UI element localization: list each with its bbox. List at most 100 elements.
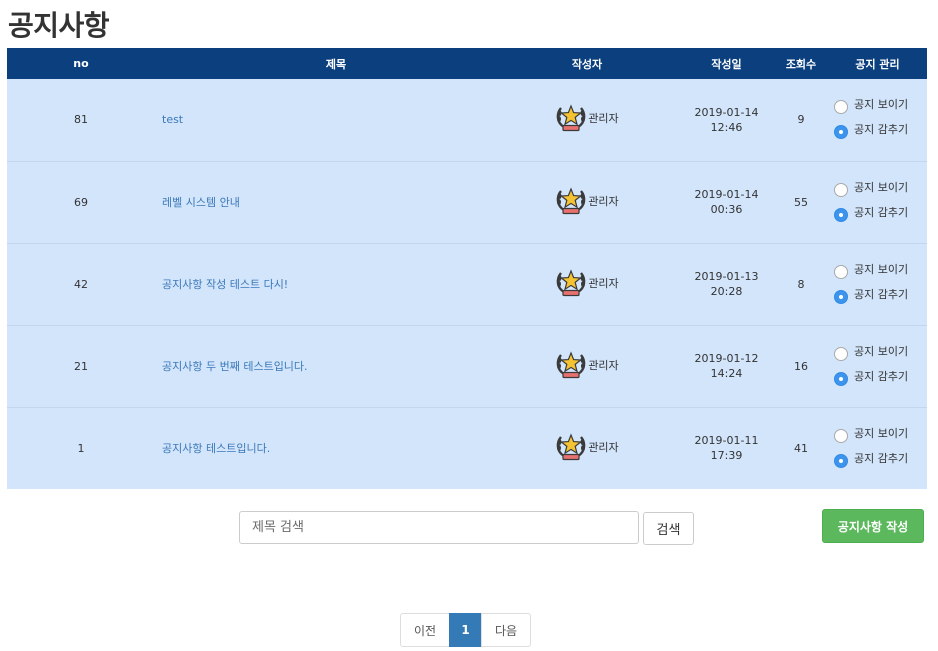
row-views: 9 [797,113,805,127]
notice-hide-option[interactable]: 공지 감추기 [834,202,927,227]
pagination: 이전 1 다음 [400,613,531,647]
row-time: 14:24 [710,367,743,380]
notice-show-label: 공지 보이기 [854,344,909,358]
row-author-cell: 관리자 [517,243,657,325]
page-title: 공지사항 [8,9,110,42]
notice-show-option[interactable]: 공지 보이기 [834,423,927,448]
column-header-author: 작성자 [571,57,603,71]
author: 관리자 [555,104,619,132]
row-date: 2019-01-12 [694,352,759,365]
notice-show-radio[interactable] [834,182,848,197]
notice-show-option[interactable]: 공지 보이기 [834,177,927,202]
row-views: 16 [794,359,808,373]
notice-hide-radio[interactable] [834,207,848,222]
notice-hide-label: 공지 감추기 [854,123,909,137]
row-number: 69 [74,195,88,209]
author: 관리자 [555,433,619,461]
row-number: 42 [74,277,88,291]
row-date-cell: 2019-01-14 12:46 [657,79,774,161]
author: 관리자 [555,268,619,297]
table-header: no 제목 작성자 작성일 조회수 공지 관리 [7,48,927,79]
row-title-cell: 공지사항 테스트입니다. [155,407,517,489]
search-input[interactable] [239,511,639,544]
notice-hide-label: 공지 감추기 [854,205,909,219]
author-name: 관리자 [588,276,619,290]
notice-table: no 제목 작성자 작성일 조회수 공지 관리 81 test 관리자 2019… [7,48,927,489]
table-row: 69 레벨 시스템 안내 관리자 2019-01-14 00:36 55 공지 … [7,161,927,243]
table-body: 81 test 관리자 2019-01-14 12:46 9 공지 보이기 공지… [7,79,927,489]
search-button[interactable]: 검색 [643,512,694,545]
admin-laurel-star-icon [555,268,587,297]
admin-laurel-star-icon [555,104,587,132]
notice-visibility-control: 공지 보이기 공지 감추기 [828,407,927,489]
notice-visibility-control: 공지 보이기 공지 감추기 [828,161,927,243]
row-views: 55 [794,195,808,209]
notice-hide-option[interactable]: 공지 감추기 [834,120,927,145]
notice-title-link[interactable]: 레벨 시스템 안내 [162,196,240,209]
author-name: 관리자 [588,440,619,454]
notice-title-link[interactable]: 공지사항 작성 테스트 다시! [162,278,288,291]
notice-show-option[interactable]: 공지 보이기 [834,341,927,366]
table-header-row: no 제목 작성자 작성일 조회수 공지 관리 [7,48,927,79]
row-number: 81 [74,113,88,127]
author-name: 관리자 [588,358,619,372]
author: 관리자 [555,350,619,379]
notice-title-link[interactable]: test [162,113,183,126]
row-author-cell: 관리자 [517,79,657,161]
row-number: 21 [74,359,88,373]
notice-title-link[interactable]: 공지사항 테스트입니다. [162,442,270,455]
admin-laurel-star-icon [555,433,587,461]
row-title-cell: test [155,79,517,161]
row-author-cell: 관리자 [517,161,657,243]
table-row: 1 공지사항 테스트입니다. 관리자 2019-01-11 17:39 41 공… [7,407,927,489]
notice-show-radio[interactable] [834,428,848,443]
notice-hide-label: 공지 감추기 [854,369,909,383]
table-row: 42 공지사항 작성 테스트 다시! 관리자 2019-01-13 20:28 … [7,243,927,325]
notice-visibility-control: 공지 보이기 공지 감추기 [828,79,927,161]
notice-show-option[interactable]: 공지 보이기 [834,259,927,284]
row-title-cell: 공지사항 작성 테스트 다시! [155,243,517,325]
notice-show-radio[interactable] [834,264,848,279]
notice-hide-radio[interactable] [834,289,848,304]
column-header-views: 조회수 [785,57,817,71]
author-name: 관리자 [588,194,619,208]
row-date-cell: 2019-01-14 00:36 [657,161,774,243]
notice-visibility-control: 공지 보이기 공지 감추기 [828,243,927,325]
notice-hide-radio[interactable] [834,371,848,386]
row-views: 41 [794,441,808,455]
notice-hide-option[interactable]: 공지 감추기 [834,284,927,309]
row-views: 8 [797,277,805,291]
notice-show-option[interactable]: 공지 보이기 [834,95,927,120]
notice-hide-label: 공지 감추기 [854,287,909,301]
row-time: 17:39 [710,449,743,463]
row-date: 2019-01-13 [694,270,759,283]
pagination-page-current[interactable]: 1 [449,613,482,647]
notice-show-radio[interactable] [834,346,848,361]
row-date: 2019-01-14 [694,188,759,201]
pagination-prev-button[interactable]: 이전 [400,613,450,647]
column-header-title: 제목 [325,57,347,71]
notice-hide-option[interactable]: 공지 감추기 [834,366,927,391]
notice-show-label: 공지 보이기 [854,262,909,276]
notice-hide-label: 공지 감추기 [854,451,909,465]
row-date: 2019-01-11 [694,434,759,448]
pagination-next-button[interactable]: 다음 [481,613,531,647]
author: 관리자 [555,186,619,215]
table-row: 21 공지사항 두 번째 테스트입니다. 관리자 2019-01-12 14:2… [7,325,927,407]
row-author-cell: 관리자 [517,407,657,489]
notice-hide-radio[interactable] [834,453,848,468]
row-time: 00:36 [710,203,743,216]
notice-hide-option[interactable]: 공지 감추기 [834,448,927,473]
row-number: 1 [77,441,85,455]
admin-laurel-star-icon [555,186,587,215]
write-notice-button[interactable]: 공지사항 작성 [822,509,924,543]
row-title-cell: 공지사항 두 번째 테스트입니다. [155,325,517,407]
notice-show-radio[interactable] [834,100,848,115]
row-date-cell: 2019-01-13 20:28 [657,243,774,325]
notice-visibility-control: 공지 보이기 공지 감추기 [828,325,927,407]
admin-laurel-star-icon [555,350,587,379]
notice-show-label: 공지 보이기 [854,426,909,440]
row-title-cell: 레벨 시스템 안내 [155,161,517,243]
notice-title-link[interactable]: 공지사항 두 번째 테스트입니다. [162,360,308,373]
notice-hide-radio[interactable] [834,125,848,140]
